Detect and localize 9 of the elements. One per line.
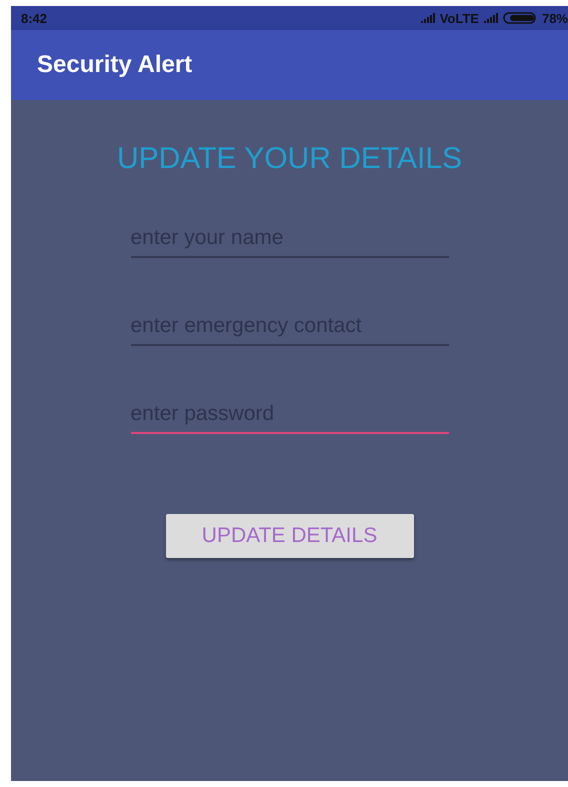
status-time: 8:42 xyxy=(21,10,48,26)
update-button[interactable]: UPDATE DETAILS xyxy=(166,514,414,558)
app-title: Security Alert xyxy=(37,51,192,79)
battery-percent: 78% xyxy=(542,10,568,26)
battery-icon xyxy=(502,12,537,24)
network-label: VoLTE xyxy=(440,10,479,26)
signal-icon xyxy=(420,13,435,23)
signal-icon xyxy=(484,13,498,23)
heading: UPDATE YOUR DETAILS xyxy=(116,142,462,176)
